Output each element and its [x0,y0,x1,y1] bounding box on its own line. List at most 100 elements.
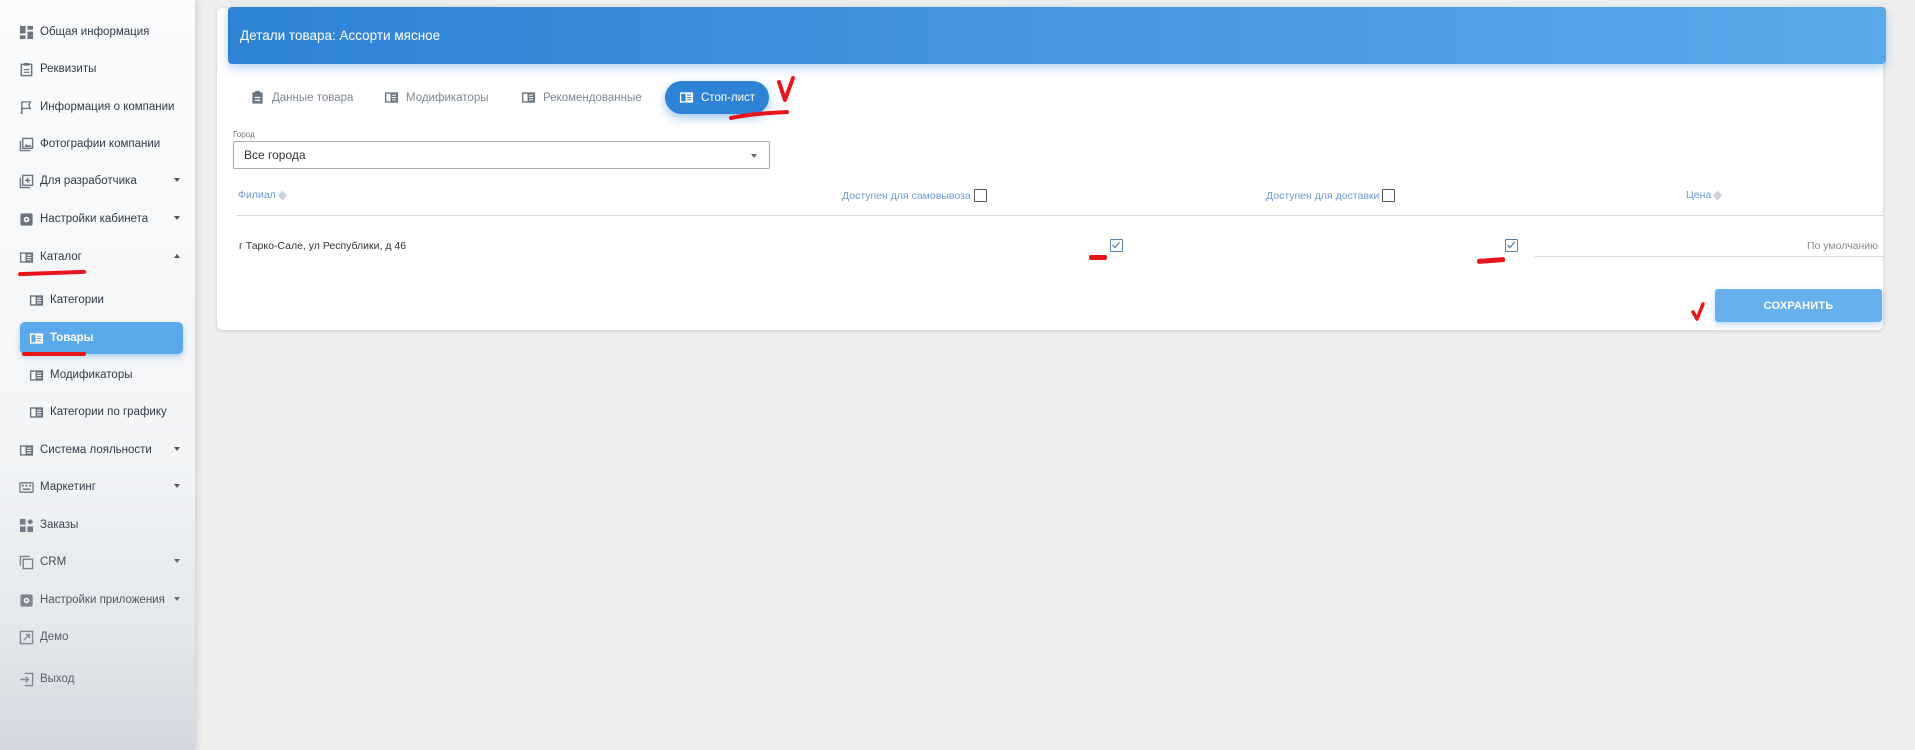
chevron-down-icon [174,178,180,182]
sidebar-item-label: Товары [50,332,94,344]
select-all-pickup-checkbox[interactable] [973,189,987,202]
sidebar-item-label: Демо [40,631,69,643]
sidebar-item-label: Общая информация [40,26,150,38]
sidebar-item-label: Маркетинг [40,481,96,493]
delivery-checkbox[interactable] [1505,239,1518,252]
save-button[interactable]: СОХРАНИТЬ [1715,289,1882,322]
column-header-delivery: Доступен для доставки [1266,189,1396,202]
sidebar-item-label: Информация о компании [40,101,175,113]
sidebar-item-demo[interactable]: Демо [18,622,188,652]
column-header-label: Филиал [238,189,276,201]
exit-icon [18,671,34,687]
sidebar-item-label: Фотографии компании [40,138,161,150]
table-divider [236,215,1883,216]
sidebar: Общая информация Реквизиты Информация о … [0,0,195,750]
sidebar-item-loyalty[interactable]: Система лояльности [18,435,188,465]
tab-label: Данные товара [272,91,354,104]
book-icon [384,90,400,106]
check-icon [1112,241,1121,249]
sidebar-item-label: Реквизиты [40,63,97,75]
column-header-label: Цена [1686,189,1712,201]
select-all-delivery-checkbox[interactable] [1382,189,1396,202]
add-box-icon [18,173,34,189]
keyboard-icon [18,479,34,495]
sidebar-item-label: Настройки кабинета [40,213,149,225]
sidebar-item-marketing[interactable]: Маркетинг [18,472,188,502]
sidebar-item-company-info[interactable]: Информация о компании [18,92,188,122]
sidebar-item-modifiers[interactable]: Модификаторы [20,360,183,390]
annotation-dash [1089,255,1107,260]
annotation-check-mark [729,76,795,120]
sidebar-item-developer[interactable]: Для разработчика [18,166,188,196]
clipboard-icon [18,61,34,77]
column-header-branch[interactable]: Филиал [238,189,288,201]
tab-modifiers[interactable]: Модификаторы [370,81,503,114]
gear-icon [18,592,34,608]
column-header-pickup: Доступен для самовывоза [842,189,987,202]
copy-icon [18,554,34,570]
chevron-down-icon [174,597,180,601]
sidebar-item-requisites[interactable]: Реквизиты [18,54,188,84]
sidebar-item-catalog[interactable]: Каталог [18,242,188,272]
sidebar-item-logout[interactable]: Выход [18,664,188,694]
product-details-card: Детали товара: Ассорти мясное Данные тов… [217,7,1886,330]
annotation-dash [1476,257,1506,264]
chevron-down-icon [751,154,757,158]
sidebar-item-label: Модификаторы [50,369,133,381]
annotation-underline-products [22,352,86,356]
sidebar-item-crm[interactable]: CRM [18,547,188,577]
book-icon [28,330,44,346]
sidebar-item-label: Система лояльности [40,444,152,456]
sidebar-item-label: Категории [50,294,104,306]
chevron-down-icon [174,216,180,220]
flag-icon [18,99,34,115]
check-icon [1507,241,1516,249]
page-title: Детали товара: Ассорти мясное [228,7,1886,64]
price-input[interactable]: По умолчанию [1535,235,1884,257]
book-icon [679,90,695,106]
book-icon [28,404,44,420]
sort-icon [1712,190,1723,200]
book-icon [28,367,44,383]
widgets-icon [18,517,34,533]
column-header-label: Доступен для доставки [1266,189,1380,202]
sidebar-item-label: Категории по графику [50,406,167,418]
sidebar-item-products[interactable]: Товары [20,322,183,354]
branch-cell: г Тарко-Сале, ул Республики, д 46 [239,240,407,252]
column-header-price[interactable]: Цена [1686,189,1723,201]
book-icon [521,90,537,106]
sidebar-item-categories[interactable]: Категории [20,285,183,315]
sidebar-item-label: Каталог [40,251,82,263]
book-icon [28,292,44,308]
column-header-label: Доступен для самовывоза [842,189,971,202]
pickup-checkbox[interactable] [1110,239,1123,252]
city-select[interactable]: Все города [233,141,770,169]
city-select-value: Все города [244,148,306,162]
sidebar-item-label: Настройки приложения [40,594,165,606]
sidebar-item-label: CRM [40,556,67,568]
tab-product-data[interactable]: Данные товара [236,81,367,114]
tab-label: Рекомендованные [543,91,642,104]
sidebar-item-label: Заказы [40,519,79,531]
sidebar-item-app-settings[interactable]: Настройки приложения [18,585,188,615]
gear-icon [18,211,34,227]
sidebar-item-cabinet-settings[interactable]: Настройки кабинета [18,204,188,234]
sidebar-item-general-info[interactable]: Общая информация [18,17,188,47]
sidebar-item-label: Выход [40,673,75,685]
sidebar-item-scheduled-categories[interactable]: Категории по графику [20,397,183,427]
photo-library-icon [18,136,34,152]
city-label: Город [233,130,255,139]
sidebar-item-company-photos[interactable]: Фотографии компании [18,129,188,159]
tab-label: Модификаторы [406,91,489,104]
book-icon [18,249,34,265]
book-icon [18,442,34,458]
tab-recommended[interactable]: Рекомендованные [507,81,656,114]
shortcut-icon [18,629,34,645]
sidebar-item-orders[interactable]: Заказы [18,510,188,540]
chevron-down-icon [174,447,180,451]
chevron-down-icon [174,559,180,563]
sort-icon [277,190,288,200]
chevron-down-icon [174,484,180,488]
chevron-up-icon [174,254,180,258]
clipboard-icon [250,90,266,106]
